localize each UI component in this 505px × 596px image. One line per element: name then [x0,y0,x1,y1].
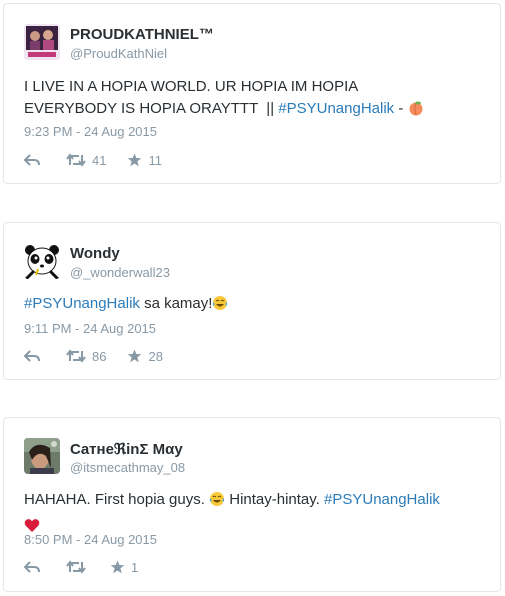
tweet-text: I LIVE IN A HOPIA WORLD. UR HOPIA IM HOP… [24,76,482,123]
username[interactable]: @_wonderwall23 [70,265,170,280]
reply-button[interactable] [24,560,40,574]
tears-of-joy-emoji-icon [212,295,228,318]
reply-button[interactable] [24,349,40,363]
hashtag-link[interactable]: #PSYUnangHalik [324,491,440,508]
hashtag-link[interactable]: #PSYUnangHalik [278,100,394,117]
reply-button[interactable] [24,153,40,167]
avatar[interactable] [24,243,60,279]
favorite-button[interactable]: 1 [110,560,138,575]
tweet-card: CатнeℜіnΣ Mαy @itsmecathmay_08 HAHAHA. F… [3,417,501,592]
tweet-text-line: I LIVE IN A HOPIA WORLD. UR HOPIA IM HOP… [24,78,359,95]
tweet-text-segment: HAHAHA. First hopia guys. [24,491,210,508]
reply-icon [24,560,40,574]
peach-emoji-icon [408,100,424,123]
tweet-text: #PSYUnangHalik sa kamay! [24,293,482,318]
favorite-count: 1 [131,559,139,575]
tweet-text-segment: - [394,100,404,117]
retweet-button[interactable]: 41 [66,153,106,168]
tweet-timestamp[interactable]: 9:11 PM - 24 Aug 2015 [24,321,156,336]
star-icon [127,349,142,363]
favorite-count: 28 [148,348,163,364]
reply-icon [24,153,40,167]
tweet-actions: 86 28 [24,348,163,364]
tweet-text-segment: EVERYBODY IS HOPIA ORAYTTT || [24,100,279,117]
tweet-text-line: EVERYBODY IS HOPIA ORAYTTT || #PSYUnangH… [24,98,482,123]
tears-of-joy-emoji-icon [209,491,225,514]
tweet-text: HAHAHA. First hopia guys. Hintay-hintay.… [24,489,482,536]
tweet-text-segment: Hintay-hintay. [225,491,324,508]
tweet-timestamp[interactable]: 8:50 PM - 24 Aug 2015 [24,532,157,547]
username[interactable]: @ProudKathNiel [70,46,167,61]
star-icon [127,153,142,167]
favorite-button[interactable]: 28 [127,348,163,364]
reply-icon [24,349,40,363]
avatar[interactable] [24,438,60,474]
tweet-actions: 1 [24,559,138,575]
tweet-card: PROUDKATHNIEL™ @ProudKathNiel I LIVE IN … [3,3,501,184]
retweet-icon [66,153,86,167]
avatar[interactable] [24,24,60,60]
tweet-card: Wondy @_wonderwall23 #PSYUnangHalik sa k… [3,222,501,380]
retweet-icon [66,560,86,574]
tweet-actions: 41 11 [24,152,162,168]
hashtag-link[interactable]: #PSYUnangHalik [24,295,140,312]
retweet-count: 86 [92,348,107,364]
star-icon [110,560,125,574]
tweet-timestamp[interactable]: 9:23 PM - 24 Aug 2015 [24,124,157,139]
favorite-count: 11 [148,152,162,168]
retweet-button[interactable] [66,560,86,574]
display-name[interactable]: Wondy [70,245,120,262]
retweet-count: 41 [92,152,107,168]
username[interactable]: @itsmecathmay_08 [70,460,185,475]
favorite-button[interactable]: 11 [127,153,162,168]
display-name[interactable]: PROUDKATHNIEL™ [70,26,214,43]
retweet-icon [66,349,86,363]
tweet-text-segment: sa kamay! [139,295,213,312]
retweet-button[interactable]: 86 [66,349,106,364]
display-name[interactable]: CатнeℜіnΣ Mαy [70,440,183,458]
